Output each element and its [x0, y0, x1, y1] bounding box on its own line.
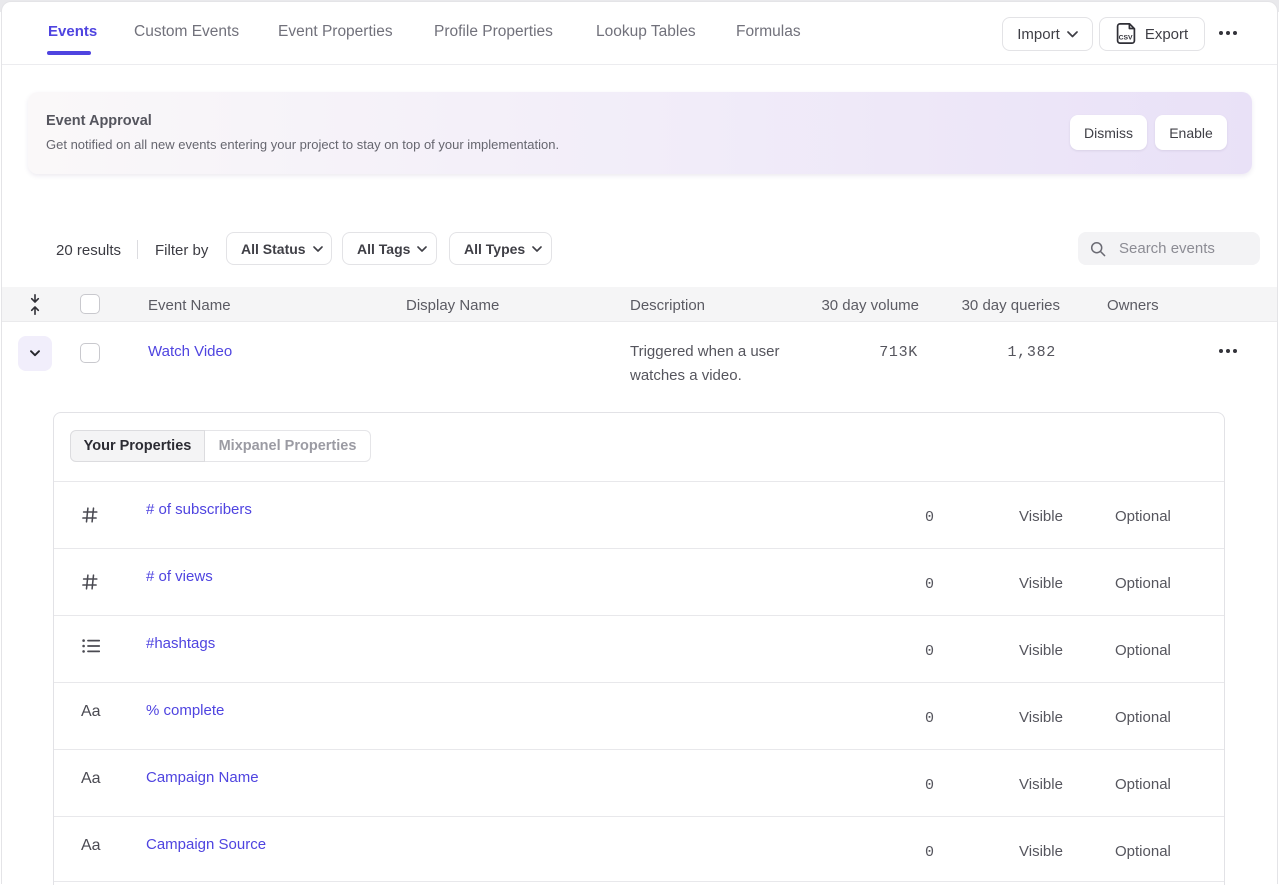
svg-text:CSV: CSV [1118, 34, 1132, 41]
